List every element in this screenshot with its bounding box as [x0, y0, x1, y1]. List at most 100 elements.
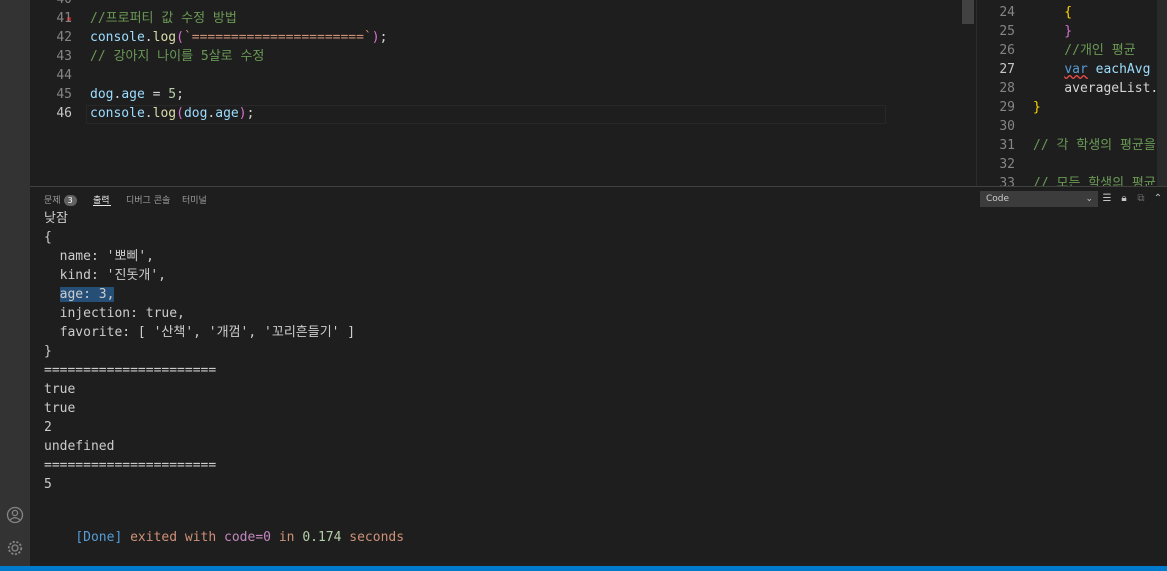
output-text: favorite: [ '산책', '개껌', '꼬리흔들기' ]: [44, 325, 356, 340]
output-text: name: '뽀삐',: [44, 249, 155, 264]
account-icon[interactable]: [4, 504, 26, 526]
editor-scrollbar[interactable]: [962, 0, 974, 24]
code-token: console: [90, 106, 145, 121]
tab-problems[interactable]: 문제 3: [44, 193, 77, 206]
line-number: 42: [56, 30, 72, 45]
code-token: ;: [176, 87, 184, 102]
editor-right-scrollbar[interactable]: [1157, 0, 1167, 186]
output-line: }: [44, 342, 52, 361]
line-number: 40: [30, 0, 72, 9]
code-line[interactable]: averageList.p: [1033, 79, 1166, 98]
output-channel-select[interactable]: Code ⌄: [980, 191, 1098, 207]
lock-icon[interactable]: 🔒︎: [1118, 193, 1130, 205]
code-line[interactable]: //프로퍼티 값 수정 방법: [90, 9, 237, 28]
active-tab-indicator: [93, 205, 111, 206]
code-line[interactable]: }: [1033, 98, 1041, 117]
code-line[interactable]: }: [1033, 22, 1072, 41]
code-token: .: [144, 30, 153, 45]
code-token: // 강아지 나이를 5살로 수정: [90, 49, 265, 64]
done-tag: [Done]: [75, 530, 123, 545]
output-text: 2: [44, 420, 52, 435]
output-text: {: [44, 230, 52, 245]
output-line: 5: [44, 475, 52, 494]
output-line: 2: [44, 418, 52, 437]
output-line: true: [44, 399, 75, 418]
output-panel[interactable]: 낮잠 { name: '뽀삐', kind: '진돗개', age: 3, inj…: [30, 210, 1167, 566]
output-text: ======================: [44, 363, 217, 378]
output-line: favorite: [ '산책', '개껌', '꼬리흔들기' ]: [44, 323, 356, 342]
code-token: age: [121, 87, 145, 102]
output-text: injection: true,: [44, 306, 185, 321]
output-line: injection: true,: [44, 304, 185, 323]
code-line[interactable]: console.log(dog.age);: [90, 104, 254, 123]
line-number: 46: [56, 106, 72, 121]
list-filter-icon[interactable]: ☰: [1101, 193, 1113, 205]
line-number: 45: [56, 87, 72, 102]
code-line[interactable]: //개인 평균: [1033, 41, 1136, 60]
line-number: 41: [56, 11, 72, 26]
code-token: dog: [183, 106, 208, 121]
code-token: }: [1033, 100, 1041, 115]
code-token: `======================`: [183, 30, 372, 45]
output-text: }: [44, 344, 52, 359]
maximize-icon[interactable]: ⌃: [1152, 193, 1164, 205]
output-line: ======================: [44, 361, 216, 380]
code-token: dog: [90, 87, 114, 102]
output-line: 낮잠: [44, 210, 68, 228]
output-line: age: 3,: [44, 285, 115, 304]
output-line: undefined: [44, 437, 114, 456]
output-text: ======================: [44, 458, 217, 473]
line-number: 33: [999, 176, 1015, 186]
code-line[interactable]: dog.age = 5;: [90, 85, 184, 104]
code-token: }: [1033, 24, 1073, 39]
code-token: eachAvg: [1095, 62, 1151, 77]
activity-bar: [0, 0, 30, 566]
line-number: 30: [999, 119, 1015, 134]
status-bar: [0, 566, 1167, 571]
copy-icon[interactable]: ⧉: [1135, 193, 1147, 205]
code-line[interactable]: {: [1033, 3, 1072, 22]
output-text: undefined: [44, 439, 115, 454]
line-number: 26: [999, 43, 1015, 58]
code-token: ): [371, 30, 380, 45]
code-token: // 모든 학생의 평균: [1033, 176, 1156, 186]
selected-text: age: 3,: [59, 287, 115, 302]
panel-header: 문제 3 출력 디버그 콘솔 터미널 Code ⌄ ☰ 🔒︎ ⧉ ⌃: [30, 186, 1167, 211]
line-number: 43: [56, 49, 72, 64]
gear-icon[interactable]: [4, 537, 26, 559]
code-token: =: [144, 87, 169, 102]
code-token: age: [215, 106, 239, 121]
code-line[interactable]: console.log(`======================`);: [90, 28, 387, 47]
code-token: log: [152, 106, 177, 121]
line-number: 31: [999, 138, 1015, 153]
output-text: true: [44, 401, 76, 416]
output-text: kind: '진돗개',: [44, 268, 166, 283]
line-number: 27: [999, 62, 1015, 77]
tab-terminal[interactable]: 터미널: [182, 193, 207, 206]
code-line[interactable]: // 각 학생의 평균을: [1033, 136, 1156, 155]
code-token: {: [1033, 5, 1073, 20]
chevron-down-icon: ⌄: [1085, 194, 1093, 204]
line-number: 28: [999, 81, 1015, 96]
code-line[interactable]: var eachAvg =: [1033, 60, 1166, 79]
line-number: 25: [999, 24, 1015, 39]
code-token: //프로퍼티 값 수정 방법: [90, 11, 237, 26]
output-line: true: [44, 380, 75, 399]
elapsed-seconds: 0.174: [302, 530, 342, 545]
editor-right[interactable]: 24 {25 } 26 //개인 평균 27 var eachAvg = 28 ave…: [976, 0, 1167, 186]
code-line[interactable]: // 모든 학생의 평균: [1033, 174, 1156, 186]
editor-left[interactable]: 40 41 //프로퍼티 값 수정 방법 42 console.log(`=======…: [30, 0, 975, 186]
code-token: ): [238, 106, 247, 121]
code-token: .: [144, 106, 153, 121]
code-token: console: [90, 30, 145, 45]
output-text: true: [44, 382, 76, 397]
tab-debug-console[interactable]: 디버그 콘솔: [126, 193, 170, 206]
code-token: averageList.p: [1033, 81, 1167, 96]
done-message: [Done] exited with code=0 in 0.174 secon…: [75, 530, 405, 545]
code-token: ;: [246, 106, 255, 121]
code-line[interactable]: // 강아지 나이를 5살로 수정: [90, 47, 264, 66]
code-token: ;: [379, 30, 388, 45]
code-token: //개인 평균: [1033, 43, 1136, 58]
